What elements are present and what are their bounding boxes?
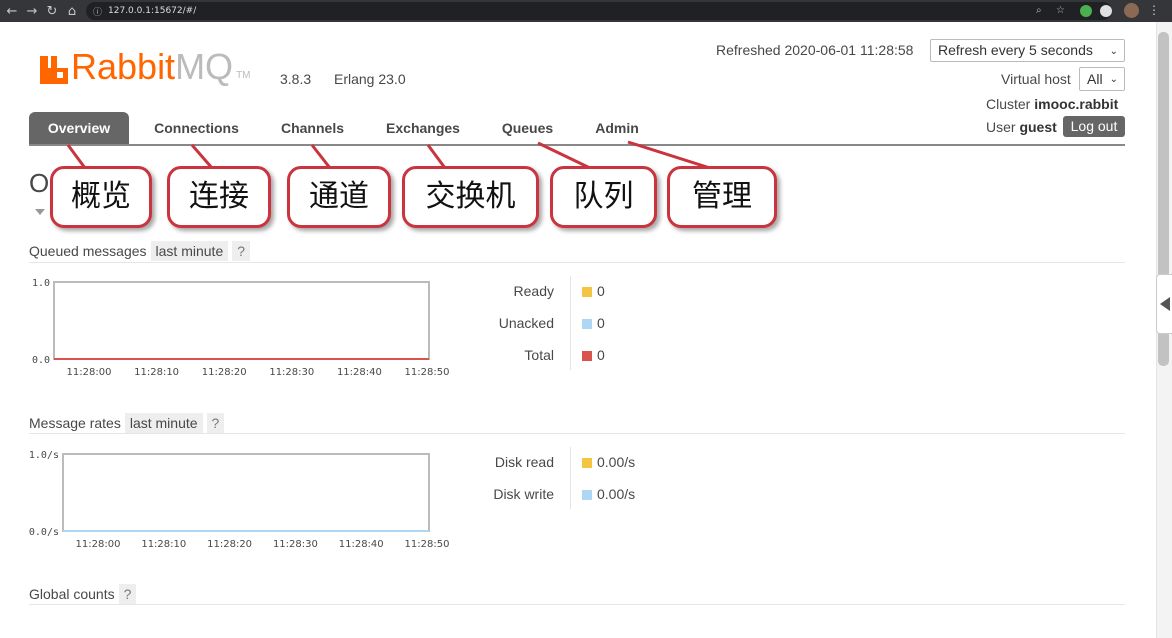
cluster-label: Cluster bbox=[986, 96, 1031, 112]
zoom-icon[interactable]: ⌕ bbox=[1036, 5, 1042, 16]
callout-pointer-queues bbox=[537, 141, 598, 170]
x-tick-label: 11:28:00 bbox=[76, 539, 121, 550]
refresh-select-value: Refresh every 5 seconds bbox=[938, 42, 1093, 58]
cluster-info: Cluster imooc.rabbit bbox=[986, 96, 1118, 112]
x-tick-label: 11:28:10 bbox=[141, 539, 186, 550]
menu-icon[interactable]: ⋮ bbox=[1148, 3, 1160, 17]
extension-icon[interactable] bbox=[1080, 5, 1092, 17]
x-tick-label: 11:28:40 bbox=[339, 539, 384, 550]
star-icon[interactable]: ☆ bbox=[1056, 5, 1065, 16]
legend-disk-write-value: 0.00/s bbox=[597, 486, 636, 502]
caret-left-icon bbox=[1160, 297, 1170, 311]
refreshed-time: Refreshed 2020-06-01 11:28:58 bbox=[716, 42, 914, 58]
side-panel-toggle[interactable] bbox=[1156, 274, 1172, 334]
legend-disk-read-value: 0.00/s bbox=[597, 454, 636, 470]
legend-swatch-ready bbox=[582, 287, 592, 297]
avatar[interactable] bbox=[1124, 3, 1139, 18]
global-counts-header: Global counts? bbox=[29, 584, 137, 604]
message-rates-chart: 1.0/s 0.0/s 11:28:00 11:28:10 11:28:20 11:28:… bbox=[29, 450, 450, 550]
tab-admin[interactable]: Admin bbox=[585, 112, 649, 144]
virtual-host-select[interactable]: All ⌄ bbox=[1079, 67, 1125, 91]
x-tick-label: 11:28:20 bbox=[207, 539, 252, 550]
y-tick-label: 1.0/s bbox=[29, 450, 59, 461]
help-button[interactable]: ? bbox=[118, 584, 137, 604]
section-title: Global counts bbox=[29, 586, 115, 602]
legend-ready-value: 0 bbox=[597, 283, 605, 299]
legend-swatch-unacked bbox=[582, 319, 592, 329]
legend-disk-write-label: Disk write bbox=[493, 486, 554, 502]
callout-queues: 队列 bbox=[550, 166, 657, 228]
vhost-select-value: All bbox=[1087, 71, 1103, 87]
legend-swatch-total bbox=[582, 351, 592, 361]
y-tick-label: 0.0/s bbox=[29, 527, 59, 538]
virtual-host-label: Virtual host bbox=[1001, 71, 1071, 87]
legend-divider bbox=[570, 276, 571, 370]
chart-plot-area bbox=[62, 453, 430, 532]
divider bbox=[29, 604, 1125, 605]
legend-swatch-disk-read bbox=[582, 458, 592, 468]
cluster-name: imooc.rabbit bbox=[1034, 96, 1119, 112]
x-tick-label: 11:28:30 bbox=[273, 539, 318, 550]
legend-swatch-disk-write bbox=[582, 490, 592, 500]
tab-queues[interactable]: Queues bbox=[491, 112, 564, 144]
legend-divider bbox=[570, 447, 571, 509]
x-tick-label: 11:28:50 bbox=[405, 539, 450, 550]
chevron-down-icon: ⌄ bbox=[1109, 74, 1118, 85]
refresh-interval-select[interactable]: Refresh every 5 seconds ⌄ bbox=[930, 39, 1125, 62]
callout-admin: 管理 bbox=[667, 166, 777, 228]
chevron-down-icon: ⌄ bbox=[1109, 46, 1118, 57]
legend-disk-read-label: Disk read bbox=[494, 454, 554, 470]
legend-total-value: 0 bbox=[597, 347, 605, 363]
legend-unacked-value: 0 bbox=[597, 315, 605, 331]
extension-icon[interactable] bbox=[1100, 5, 1112, 17]
